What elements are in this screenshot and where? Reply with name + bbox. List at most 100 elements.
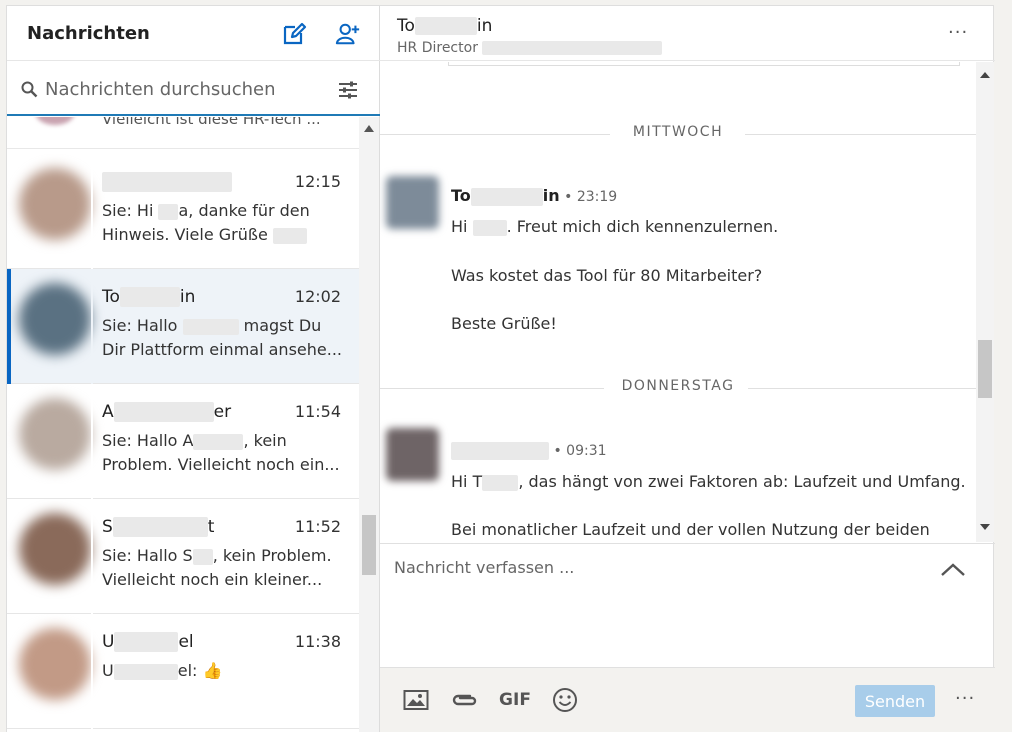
more-options-button[interactable]: ··· <box>948 22 968 43</box>
filter-icon[interactable] <box>337 79 359 101</box>
conversation-name: To in <box>102 287 195 307</box>
preview-text: a, danke für den <box>178 201 310 220</box>
conversation-preview: Uel: 👍 <box>102 659 342 683</box>
redacted-name <box>114 632 179 652</box>
conversation-time: 11:38 <box>294 632 341 651</box>
add-person-icon <box>335 23 360 45</box>
list-item[interactable]: 12:15 Sie: Hi a, danke für den Hinweis. … <box>7 154 359 269</box>
list-item[interactable]: To in 12:02 Sie: Hallo magst Du Dir Platt… <box>7 269 359 384</box>
list-item[interactable]: Vielleicht ist diese HR-Tech ... <box>7 117 359 149</box>
preview-text: Vielleicht noch ein kleiner... <box>102 570 323 589</box>
message-header: To in • 23:19 <box>451 186 617 206</box>
conversation-preview: Sie: Hallo magst Du Dir Plattform einmal… <box>102 314 342 362</box>
message-time: • 23:19 <box>559 189 618 205</box>
search-input[interactable] <box>45 75 325 103</box>
day-label: DONNERSTAG <box>621 378 735 394</box>
name-text: in <box>179 287 196 307</box>
compose-area <box>380 543 995 667</box>
redacted-name <box>112 517 208 537</box>
avatar <box>19 398 91 470</box>
preview-text: Sie: Hallo S <box>102 546 193 565</box>
redacted-name <box>102 172 232 192</box>
paperclip-icon <box>452 694 477 706</box>
sidebar-title: Nachrichten <box>27 23 150 44</box>
conversation-preview: Vielleicht ist diese HR-Tech ... <box>102 117 321 128</box>
name-text: To <box>397 16 415 36</box>
contact-subtitle: HR Director <box>397 40 663 56</box>
thread-scrollbar[interactable] <box>976 62 994 542</box>
redacted-text <box>482 474 519 491</box>
preview-text: U <box>102 661 114 680</box>
message-text: Hi T , das hängt von zwei Faktoren ab: La… <box>451 472 966 491</box>
preview-text: Sie: Hallo A <box>102 431 194 450</box>
name-text: el <box>178 632 194 652</box>
redacted-name <box>119 287 180 307</box>
sidebar-header: Nachrichten <box>7 6 380 61</box>
list-item[interactable]: Aer 11:54 Sie: Hallo A , kein Problem. Vi… <box>7 384 359 499</box>
conversation-preview: Sie: Hallo S , kein Problem. Vielleicht n… <box>102 544 342 592</box>
avatar[interactable] <box>386 428 439 481</box>
scrollbar-thumb[interactable] <box>362 515 376 575</box>
search-bar <box>7 62 380 116</box>
redacted-text <box>158 203 179 220</box>
chevron-up-icon[interactable] <box>940 561 966 579</box>
preview-text: Hinweis. Viele Grüße <box>102 225 273 244</box>
avatar <box>19 283 91 355</box>
name-text: t <box>207 517 215 537</box>
redacted-text <box>113 663 178 680</box>
search-icon <box>21 81 38 98</box>
message-text-part: Hi <box>451 217 473 236</box>
scroll-up-icon[interactable] <box>980 72 990 78</box>
avatar <box>19 628 91 700</box>
compose-more-button[interactable]: ··· <box>955 688 975 709</box>
new-group-button[interactable] <box>331 17 365 51</box>
name-text: A <box>102 402 114 422</box>
conversation-name <box>102 172 232 192</box>
avatar[interactable] <box>386 176 439 229</box>
conversation-time: 11:52 <box>294 517 341 536</box>
sender-name[interactable]: To <box>451 186 471 205</box>
list-item[interactable]: St 11:52 Sie: Hallo S , kein Problem. Vie… <box>7 499 359 614</box>
conversation-name: Aer <box>102 402 231 422</box>
compose-icon <box>283 22 307 45</box>
conversation-name: Uel <box>102 632 194 652</box>
avatar-divider <box>91 384 93 499</box>
preview-text: Problem. Vielleicht noch ein... <box>102 455 340 474</box>
redacted-text <box>272 227 307 244</box>
redacted-text <box>192 548 213 565</box>
attach-file-button[interactable] <box>450 686 480 714</box>
avatar-divider <box>91 614 93 729</box>
attach-image-button[interactable] <box>402 686 430 714</box>
sender-name[interactable]: in <box>543 186 560 205</box>
scroll-up-icon[interactable] <box>364 125 374 132</box>
conversation-list: Vielleicht ist diese HR-Tech ... 12:15 S… <box>7 117 359 732</box>
scrollbar-thumb[interactable] <box>978 340 992 398</box>
name-text: U <box>102 632 115 652</box>
gif-button[interactable]: GIF <box>499 686 531 714</box>
subtitle-text: HR Director <box>397 40 483 56</box>
image-icon <box>403 690 429 710</box>
compose-new-button[interactable] <box>277 17 311 51</box>
message-input[interactable] <box>394 558 924 648</box>
message-time: • 09:31 <box>549 443 607 459</box>
message-text-part: , das hängt von zwei Faktoren ab: Laufze… <box>518 472 966 491</box>
conversation-sidebar: Nachrichten Nachrichten durchsuchen Viel… <box>7 6 380 732</box>
preview-text: el: 👍 <box>177 661 223 680</box>
name-text: er <box>213 402 232 422</box>
preview-text: Dir Plattform einmal ansehe... <box>102 340 342 359</box>
conversation-time: 12:02 <box>294 287 341 306</box>
message-text-part: Hi T <box>451 472 483 491</box>
sidebar-scrollbar[interactable] <box>359 117 379 732</box>
redacted-text <box>482 41 663 55</box>
avatar-divider <box>91 269 93 384</box>
message-text: Hi . Freut mich dich kennenzulernen. <box>451 217 778 236</box>
list-item[interactable]: Uel 11:38 Uel: 👍 <box>7 614 359 729</box>
scroll-down-icon[interactable] <box>980 524 990 530</box>
day-label: MITTWOCH <box>632 124 724 140</box>
avatar <box>19 513 91 585</box>
redacted-name <box>414 17 477 35</box>
send-button[interactable]: Senden <box>855 685 935 717</box>
contact-name[interactable]: To in <box>397 16 492 36</box>
emoji-button[interactable] <box>550 686 580 714</box>
avatar <box>35 117 75 125</box>
